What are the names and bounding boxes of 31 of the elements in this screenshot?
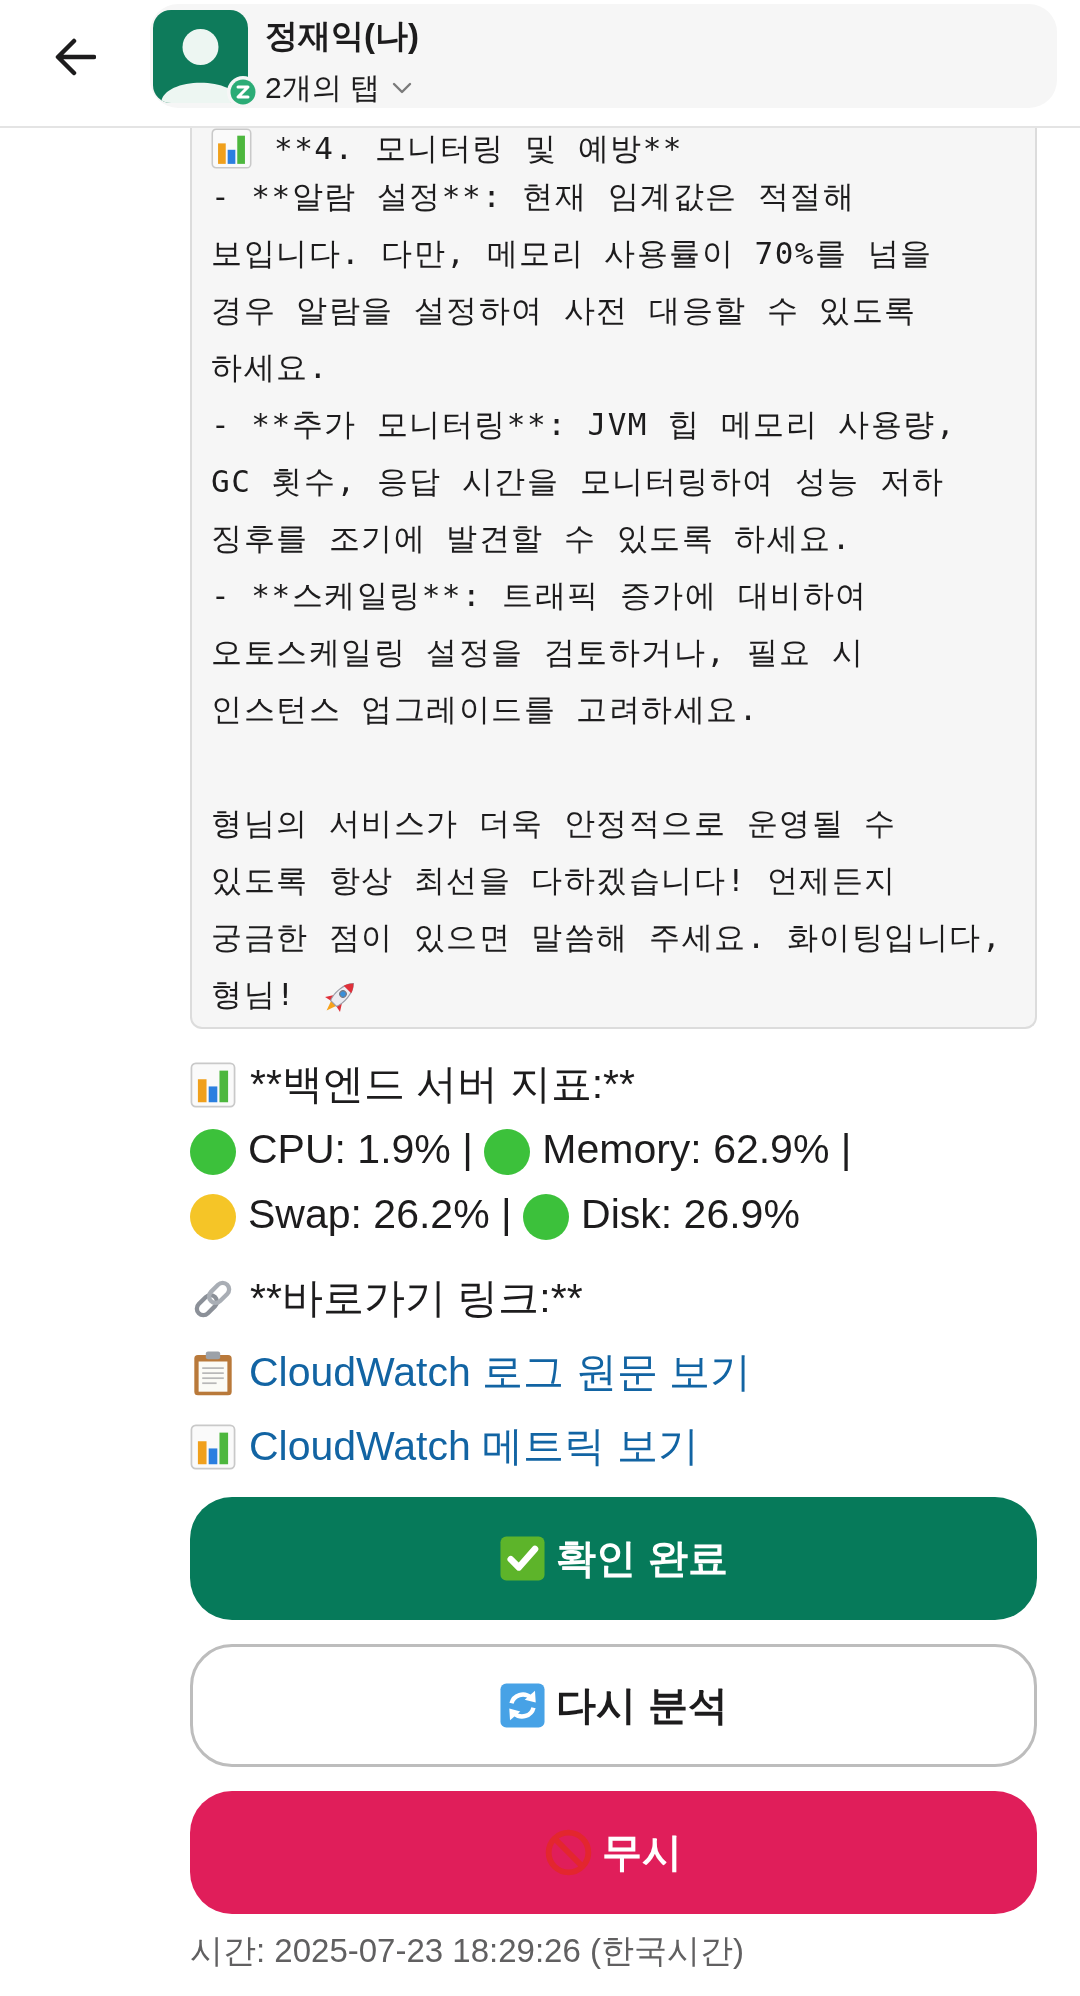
tabs-dropdown[interactable]: 2개의 탭 [265,70,413,106]
chevron-down-icon [392,82,413,94]
code-text: - **알람 설정**: 현재 임계값은 적절해 보입니다. 다만, 메모리 사용률이 70%를 넘을 경우 알람을 설정하여 사전 대응할 수 있도록 하세요. [211,177,933,387]
action-button[interactable]: 무시 [190,1791,1037,1914]
metric-text: Memory: 62.9% [542,1126,830,1172]
metric-text: Disk: 26.9% [581,1191,800,1237]
bar-chart-icon [190,1423,236,1470]
action-button[interactable]: 다시 분석 [190,1644,1037,1767]
refresh-icon [499,1682,547,1729]
channel-header-bar[interactable]: 정재익(나) 2개의 탭 [150,4,1057,108]
link[interactable]: CloudWatch 로그 원문 보기 [249,1340,751,1405]
back-arrow-icon[interactable] [54,38,96,76]
prohibited-icon [545,1829,592,1876]
section-heading: **백엔드 서버 지표:** [250,1060,635,1109]
separator-text: | [462,1126,473,1172]
metric-text: Swap: 26.2% [248,1191,490,1237]
section-heading: **바로가기 링크:** [250,1274,583,1323]
code-text: **4. 모니터링 및 예방** [274,129,683,168]
channel-name: 정재익(나) [265,16,419,56]
code-text: 형님의 서비스가 더욱 안정적으로 운영될 수 있도록 항상 최선을 다하겠습니다! 언제든지 궁금한 점이 있으면 말씀해 주세요. 화이팅입니다, [211,804,1003,957]
action-button[interactable]: 확인 완료 [190,1497,1037,1620]
separator-text: | [840,1126,852,1172]
bar-chart-icon [190,1061,236,1108]
link[interactable]: CloudWatch 메트릭 보기 [249,1414,699,1479]
code-text: 형님! [211,976,297,1012]
timestamp: 시간: 2025-07-23 18:29:26 (한국시간) [190,1931,744,1971]
metric-text: CPU: 1.9% [248,1126,451,1172]
code-text: - **스케일링**: 트래픽 증가에 대비하여 오토스케일링 설정을 검토하거나, 필요 시 인스턴스 업그레이드를 고려하세요. [211,576,868,729]
check-icon [499,1535,547,1582]
code-text: - **추가 모니터링**: JVM 힙 메모리 사용량, GC 횟수, 응답 시간을 모니터링하여 성능 저하 징후를 조기에 발견할 수 있도록 하세요. [211,405,957,558]
separator-text: | [501,1191,512,1237]
